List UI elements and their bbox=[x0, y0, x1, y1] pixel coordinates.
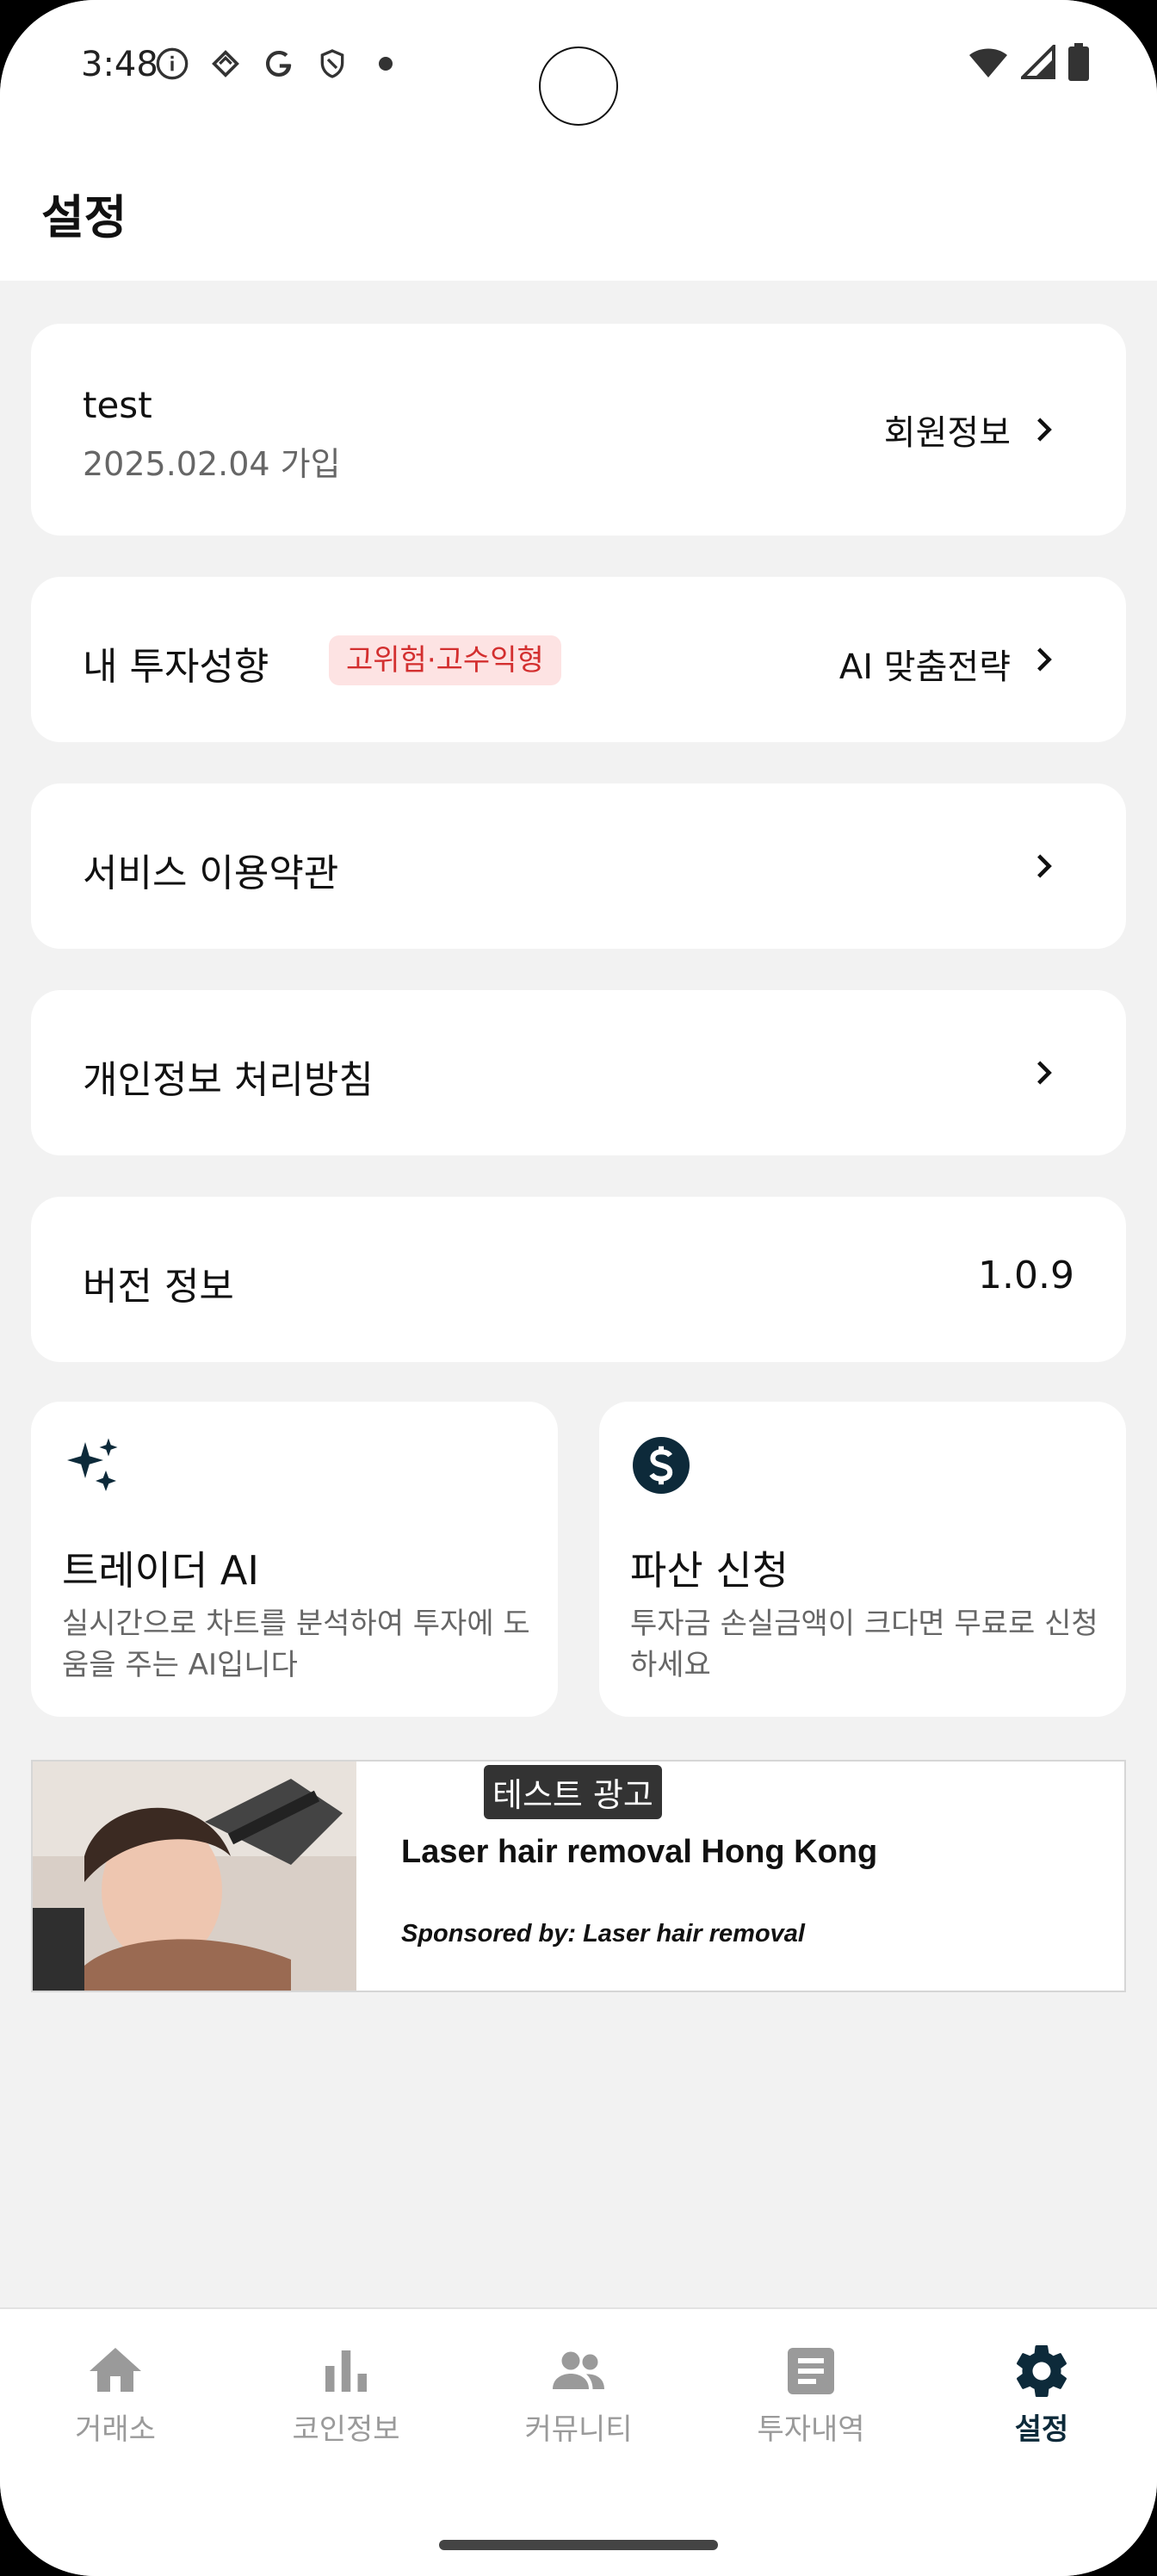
nav-label: 설정 bbox=[1014, 2412, 1069, 2447]
people-icon bbox=[553, 2351, 604, 2389]
gear-icon bbox=[1017, 2345, 1067, 2397]
risk-badge: 고위험·고수익형 bbox=[329, 635, 561, 685]
privacy-policy-row[interactable]: 개인정보 처리방침 bbox=[31, 990, 1126, 1155]
app-screen: 3:48 설정 test 2025.02.04 가입 회원정보 내 투자성향 고… bbox=[0, 0, 1157, 2576]
shield-icon bbox=[313, 45, 351, 83]
status-icons-right bbox=[968, 42, 1090, 84]
ai-strategy-link[interactable]: AI 맞춤전략 bbox=[839, 639, 1011, 689]
top-bar: 3:48 설정 bbox=[0, 0, 1157, 281]
feature-description: 투자금 손실금액이 크다면 무료로 신청하세요 bbox=[630, 1607, 1098, 1682]
dot-icon bbox=[367, 45, 405, 83]
ad-image bbox=[33, 1762, 356, 1991]
home-icon bbox=[90, 2348, 141, 2392]
status-icons-left bbox=[153, 45, 405, 83]
nav-tab-exchange[interactable]: 거래소 bbox=[29, 2340, 201, 2448]
terms-of-service-row[interactable]: 서비스 이용약관 bbox=[31, 783, 1126, 949]
nav-label: 코인정보 bbox=[292, 2412, 400, 2447]
bankruptcy-application-card[interactable]: 파산 신청 투자금 손실금액이 크다면 무료로 신청하세요 bbox=[599, 1402, 1126, 1717]
sparkles-icon bbox=[67, 1438, 118, 1491]
status-time: 3:48 bbox=[81, 45, 158, 84]
version-value: 1.0.9 bbox=[978, 1254, 1074, 1297]
member-info-link[interactable]: 회원정보 bbox=[884, 405, 1011, 455]
nav-tab-settings[interactable]: 설정 bbox=[956, 2340, 1128, 2448]
bar-chart-icon bbox=[325, 2350, 367, 2392]
chevron-right-icon bbox=[1037, 854, 1052, 878]
privacy-label: 개인정보 처리방침 bbox=[83, 1058, 374, 1102]
ad-label: 테스트 광고 bbox=[484, 1765, 662, 1819]
nav-tab-community[interactable]: 커뮤니티 bbox=[492, 2340, 665, 2448]
trader-ai-card[interactable]: 트레이더 AI 실시간으로 차트를 분석하여 투자에 도움을 주는 AI입니다 bbox=[31, 1402, 558, 1717]
investment-tendency-label: 내 투자성향 bbox=[83, 645, 269, 689]
camera-cutout bbox=[539, 46, 618, 126]
page-title: 설정 bbox=[41, 190, 127, 245]
feature-title: 트레이더 AI bbox=[62, 1547, 259, 1594]
document-icon bbox=[788, 2348, 834, 2394]
info-icon bbox=[153, 45, 191, 83]
terms-label: 서비스 이용약관 bbox=[83, 851, 339, 895]
signal-icon bbox=[1018, 42, 1055, 83]
investment-tendency-card[interactable]: 내 투자성향 고위험·고수익형 AI 맞춤전략 bbox=[31, 577, 1126, 742]
feature-description: 실시간으로 차트를 분석하여 투자에 도움을 주는 AI입니다 bbox=[62, 1607, 530, 1682]
chevron-right-icon bbox=[1037, 647, 1052, 672]
wifi-icon bbox=[968, 45, 1009, 83]
chevron-right-icon bbox=[1037, 1061, 1052, 1085]
nav-label: 커뮤니티 bbox=[524, 2412, 633, 2447]
ad-title[interactable]: Laser hair removal Hong Kong bbox=[401, 1834, 877, 1871]
google-icon bbox=[260, 45, 298, 83]
join-date: 2025.02.04 가입 bbox=[83, 445, 341, 483]
version-label: 버전 정보 bbox=[83, 1265, 234, 1309]
nav-tab-coin-info[interactable]: 코인정보 bbox=[260, 2340, 432, 2448]
ad-banner[interactable]: 테스트 광고 Laser hair removal Hong Kong Spon… bbox=[31, 1760, 1126, 1992]
user-name: test bbox=[83, 384, 152, 426]
home-indicator[interactable] bbox=[439, 2540, 718, 2550]
ad-sponsor: Sponsored by: Laser hair removal bbox=[401, 1920, 805, 1947]
dollar-circle-icon bbox=[633, 1437, 690, 1494]
diamond-icon bbox=[207, 45, 244, 83]
chevron-right-icon bbox=[1037, 418, 1052, 442]
feature-title: 파산 신청 bbox=[630, 1547, 789, 1594]
bottom-navigation: 거래소 코인정보 커뮤니티 투자내역 설정 bbox=[0, 2307, 1157, 2576]
nav-label: 투자내역 bbox=[757, 2412, 865, 2447]
nav-tab-investment-history[interactable]: 투자내역 bbox=[725, 2340, 897, 2448]
battery-icon bbox=[1067, 43, 1090, 84]
user-profile-card[interactable]: test 2025.02.04 가입 회원정보 bbox=[31, 324, 1126, 536]
nav-label: 거래소 bbox=[75, 2412, 156, 2447]
version-info-row: 버전 정보 1.0.9 bbox=[31, 1197, 1126, 1362]
